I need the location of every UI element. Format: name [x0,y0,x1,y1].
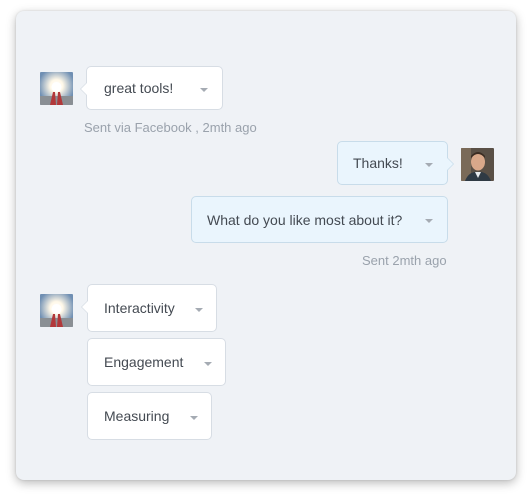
chevron-down-icon[interactable] [190,416,198,420]
contact-avatar[interactable] [40,294,73,327]
contact-avatar[interactable] [40,72,73,105]
person-holding-light-avatar-icon [40,294,73,327]
message-meta: Sent 2mth ago [362,253,447,268]
chevron-down-icon[interactable] [204,362,212,366]
chevron-down-icon[interactable] [425,219,433,223]
incoming-message-bubble[interactable]: great tools! [80,66,223,110]
option-text: Engagement [104,354,184,370]
outgoing-message-bubble[interactable]: Thanks! [337,141,454,185]
chevron-down-icon[interactable] [200,88,208,92]
chat-panel: great tools! Sent via Facebook , 2mth ag… [16,11,516,480]
outgoing-message-bubble[interactable]: What do you like most about it? [191,196,448,243]
option-text: Interactivity [104,300,175,316]
message-text: What do you like most about it? [207,211,403,228]
person-holding-light-avatar-icon [40,72,73,105]
message-meta: Sent via Facebook , 2mth ago [84,120,257,135]
message-text: great tools! [104,80,174,96]
option-bubble-engagement[interactable]: Engagement [87,338,226,386]
option-bubble-interactivity[interactable]: Interactivity [81,284,217,332]
message-text: Thanks! [353,155,403,171]
user-avatar[interactable] [461,148,494,181]
chevron-down-icon[interactable] [195,308,203,312]
chevron-down-icon[interactable] [425,163,433,167]
option-bubble-measuring[interactable]: Measuring [87,392,212,440]
option-text: Measuring [104,408,170,424]
man-portrait-avatar-icon [461,148,494,181]
